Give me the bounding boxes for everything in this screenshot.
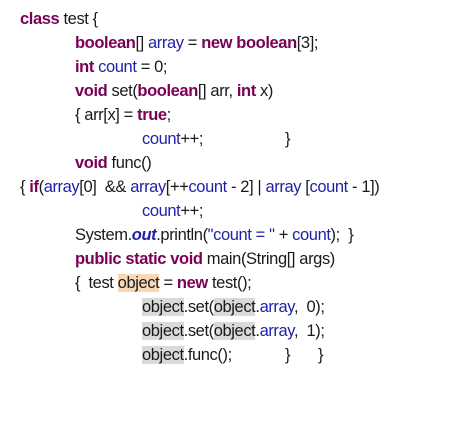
line-10: System.out.println("count = " + count); … [75,224,354,246]
text: [] [135,34,149,52]
text: set( [107,82,138,100]
text: x) [255,82,273,100]
line-8: { if(array[0] && array[++count - 2] | ar… [20,176,380,198]
kw: void [75,82,108,100]
field: count [98,58,137,76]
kw: boolean [137,82,198,100]
field: array [130,178,166,196]
kw: new [201,34,233,52]
kw: if [29,178,39,196]
highlighted-object: object [213,322,256,340]
line-6-close-brace: } [285,128,291,150]
text: - 1]) [347,178,380,196]
kw: void [170,250,203,268]
line-13: object.set(object.array, 0); [142,296,325,318]
line-6: count++; [142,128,203,150]
text: ); } [330,226,354,244]
text: .set( [183,322,214,340]
text: [] arr, [197,82,237,100]
text: = [183,34,202,52]
text: [++ [165,178,189,196]
text: , 1); [293,322,325,340]
text: } [285,130,291,148]
kw: public [75,250,122,268]
text: { arr[x] = [75,106,138,124]
static-field: out [131,226,157,244]
text: ++; [180,202,204,220]
text: - 2] | [226,178,266,196]
line-5: { arr[x] = true; [75,104,171,126]
line-15: object.func(); [142,344,232,366]
text: } [285,346,291,364]
text: test { [59,10,98,28]
line-15-close-brace-a: } [285,344,291,366]
line-12: { test object = new test(); [75,272,252,294]
text: main(String[] args) [202,250,336,268]
line-15-close-brace-b: } [318,344,324,366]
line-1: class test { [20,8,98,30]
keyword-class: class [20,10,60,28]
line-14: object.set(object.array, 1); [142,320,325,342]
code-listing: class test { boolean[] array = new boole… [0,0,454,422]
field: count [142,202,181,220]
kw: true [137,106,167,124]
highlighted-object: object [213,298,256,316]
text: .func(); [183,346,233,364]
text: ; [166,106,172,124]
field: count [188,178,227,196]
highlighted-object: object [142,298,184,316]
kw: boolean [75,34,136,52]
field: array [148,34,184,52]
field: array [265,178,302,196]
text: test(); [207,274,252,292]
text: { [20,178,30,196]
line-3: int count = 0; [75,56,168,78]
kw: static [125,250,167,268]
line-7: void func() [75,152,152,174]
field: count [292,226,331,244]
text: func() [107,154,152,172]
string-literal: "count = " [207,226,275,244]
line-9: count++; [142,200,203,222]
kw: int [236,82,256,100]
text: .println( [156,226,208,244]
line-11: public static void main(String[] args) [75,248,335,270]
kw: new [176,274,208,292]
field: count [142,130,181,148]
field: array [259,298,295,316]
text: + [274,226,293,244]
highlighted-object: object [142,322,184,340]
text: ++; [180,130,204,148]
text: [0] && [79,178,131,196]
field: array [43,178,80,196]
highlighted-object: object [117,274,160,292]
field: array [259,322,295,340]
text: = [159,274,177,292]
kw: void [75,154,108,172]
text: = 0; [136,58,168,76]
kw: int [75,58,94,76]
text: , 0); [293,298,325,316]
kw: boolean [236,34,297,52]
text: .set( [183,298,214,316]
text: } [318,346,324,364]
line-4: void set(boolean[] arr, int x) [75,80,273,102]
text: { test [75,274,118,292]
highlighted-object: object [142,346,184,364]
line-2: boolean[] array = new boolean[3]; [75,32,319,54]
text: [3]; [296,34,319,52]
field: count [309,178,348,196]
text: System. [75,226,132,244]
